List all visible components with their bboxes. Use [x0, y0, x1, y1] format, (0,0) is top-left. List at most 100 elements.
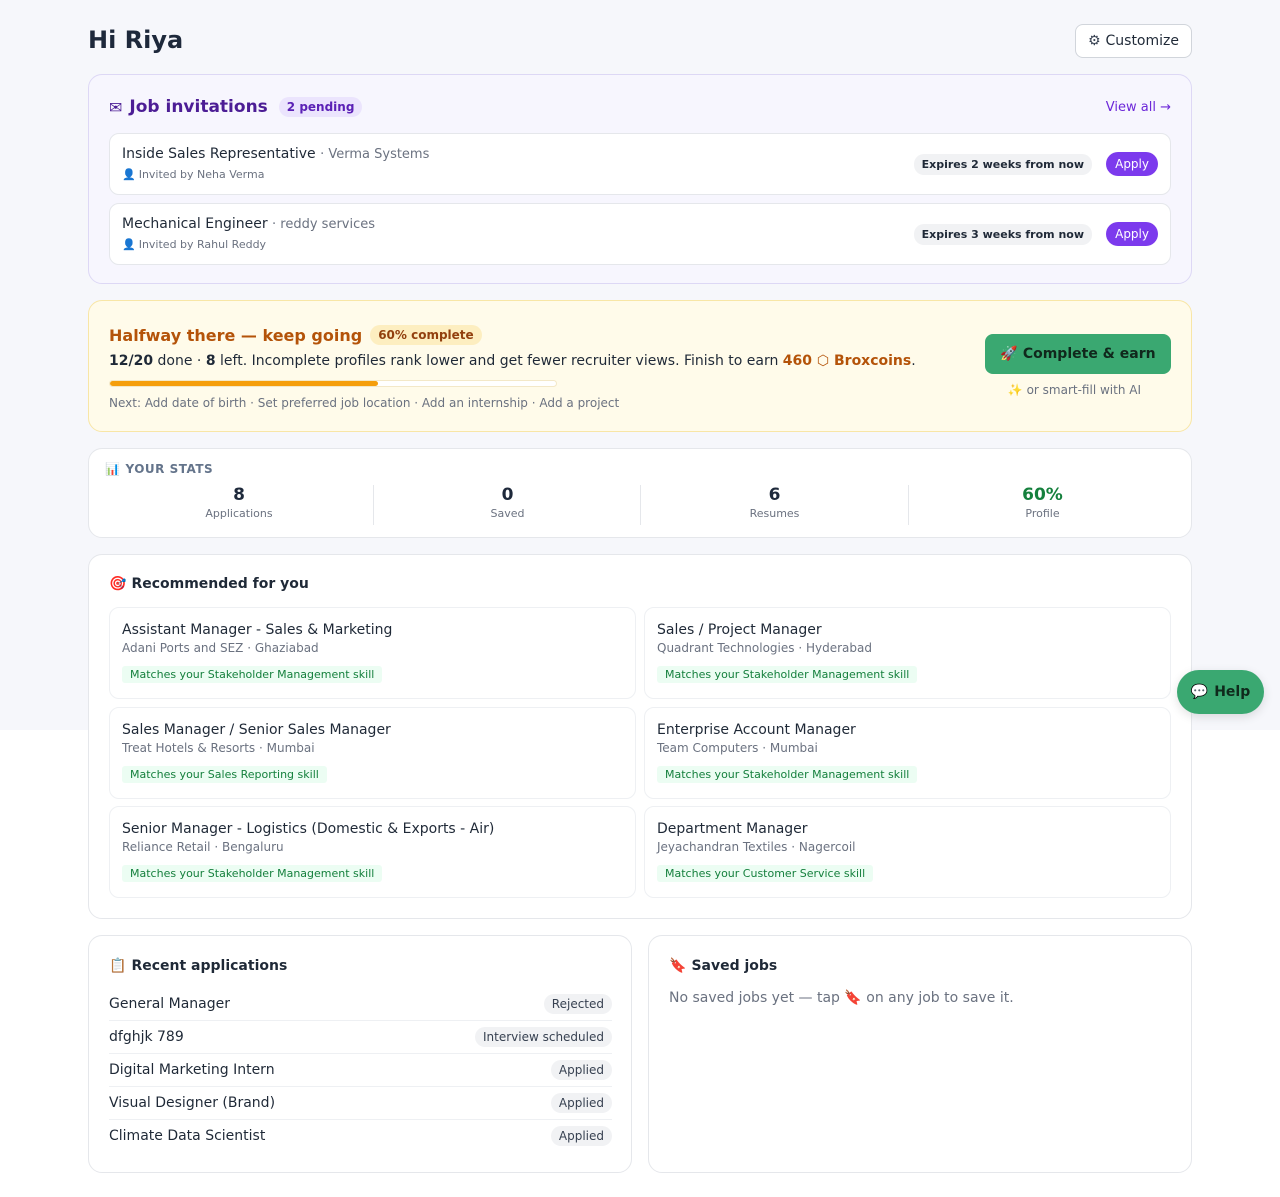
invited-by-line: 👤 Invited by Neha Verma [122, 168, 264, 181]
bookmark-icon: 🔖 [844, 990, 862, 1006]
stat-profile[interactable]: 60% Profile [908, 485, 1176, 525]
recent-applications-heading: 📋 Recent applications [109, 958, 287, 974]
left-count: 8 [205, 353, 216, 369]
job-company-location: Treat Hotels & Resorts · Mumbai [122, 741, 315, 755]
progress-bar [109, 380, 557, 387]
done-count: 12/20 [109, 353, 154, 369]
stat-resumes[interactable]: 6 Resumes [640, 485, 908, 525]
job-company-location: Jeyachandran Textiles · Nagercoil [657, 840, 856, 854]
recommended-job[interactable]: Enterprise Account Manager Team Computer… [644, 707, 1171, 799]
complete-and-earn-button[interactable]: 🚀 Complete & earn [985, 334, 1171, 374]
stat-saved[interactable]: 0 Saved [373, 485, 641, 525]
recommended-job[interactable]: Senior Manager - Logistics (Domestic & E… [109, 806, 636, 898]
skill-match-tag: Matches your Sales Reporting skill [122, 766, 327, 783]
pending-badge: 2 pending [278, 97, 363, 117]
status-badge: Applied [550, 1060, 612, 1080]
job-title: Enterprise Account Manager [657, 722, 856, 738]
stat-applications[interactable]: 8 Applications [105, 485, 373, 525]
invitation-company: · Verma Systems [320, 147, 430, 162]
stat-value: 8 [233, 485, 245, 505]
application-name: Visual Designer (Brand) [109, 1095, 276, 1111]
stat-label: Profile [1025, 507, 1060, 520]
stat-value: 0 [501, 485, 514, 505]
view-all-link[interactable]: View all → [1106, 100, 1171, 115]
saved-jobs-card: 🔖 Saved jobs No saved jobs yet — tap 🔖 o… [648, 935, 1192, 1173]
application-row[interactable]: General Manager Rejected [109, 988, 612, 1021]
smart-fill-link[interactable]: ✨ or smart-fill with AI [1008, 383, 1141, 397]
progress-title: Halfway there — keep going [109, 325, 363, 345]
application-row[interactable]: Climate Data Scientist Applied [109, 1120, 612, 1153]
stat-value: 6 [768, 485, 781, 505]
job-invitations-card: ✉ Job invitations 2 pending View all → I… [88, 74, 1192, 284]
recommended-job[interactable]: Sales / Project Manager Quadrant Technol… [644, 607, 1171, 699]
progress-heading: Halfway there — keep going 60% complete [109, 325, 482, 345]
invitation-role: Inside Sales Representative [122, 146, 316, 162]
application-name: Digital Marketing Intern [109, 1062, 275, 1078]
recommended-job[interactable]: Assistant Manager - Sales & Marketing Ad… [109, 607, 636, 699]
clipboard-icon: 📋 [109, 958, 127, 974]
invitation-role-line: Inside Sales Representative · Verma Syst… [122, 146, 429, 162]
person-icon: 👤 [122, 168, 136, 181]
profile-progress-card: Halfway there — keep going 60% complete … [88, 300, 1192, 432]
invitation-company: · reddy services [272, 217, 376, 232]
status-badge: Applied [550, 1093, 612, 1113]
customize-button[interactable]: ⚙ Customize [1074, 24, 1192, 58]
invitations-title: Job invitations [129, 97, 268, 117]
invited-by: Invited by Neha Verma [138, 168, 265, 181]
application-row[interactable]: Visual Designer (Brand) Applied [109, 1087, 612, 1120]
invitation-role-line: Mechanical Engineer · reddy services [122, 216, 375, 232]
progress-bar-fill [110, 381, 378, 386]
recommended-card: 🎯 Recommended for you Assistant Manager … [88, 554, 1192, 919]
job-title: Assistant Manager - Sales & Marketing [122, 622, 393, 638]
done-suffix: done · [153, 353, 206, 369]
stats-heading: 📊 YOUR STATS [105, 462, 213, 476]
coins-suffix: . [911, 353, 916, 369]
expires-badge: Expires 2 weeks from now [913, 154, 1092, 175]
empty-prefix: No saved jobs yet — tap [669, 990, 845, 1006]
application-row[interactable]: Digital Marketing Intern Applied [109, 1054, 612, 1087]
stat-label: Saved [490, 507, 525, 520]
recent-applications-card: 📋 Recent applications General Manager Re… [88, 935, 632, 1173]
recommended-job[interactable]: Sales Manager / Senior Sales Manager Tre… [109, 707, 636, 799]
status-badge: Rejected [543, 994, 612, 1014]
status-badge: Applied [550, 1126, 612, 1146]
invited-by: Invited by Rahul Reddy [138, 238, 267, 251]
stat-label: Applications [205, 507, 273, 520]
invitation-row[interactable]: Inside Sales Representative · Verma Syst… [109, 133, 1171, 195]
invited-by-line: 👤 Invited by Rahul Reddy [122, 238, 266, 251]
broxcoins-amount: 460 ⬡ Broxcoins [782, 353, 912, 369]
stat-value: 60% [1022, 485, 1063, 505]
skill-match-tag: Matches your Stakeholder Management skil… [122, 666, 383, 683]
apply-button[interactable]: Apply [1106, 222, 1158, 246]
envelope-icon: ✉ [109, 97, 123, 117]
recommended-job[interactable]: Department Manager Jeyachandran Textiles… [644, 806, 1171, 898]
job-company-location: Team Computers · Mumbai [657, 741, 818, 755]
skill-match-tag: Matches your Stakeholder Management skil… [657, 666, 918, 683]
progress-description: 12/20 done · 8 left. Incomplete profiles… [109, 353, 916, 369]
gear-icon: ⚙ [1087, 33, 1101, 49]
greeting-text: Hi Riya [88, 26, 184, 54]
application-name: General Manager [109, 996, 230, 1012]
recommended-heading: 🎯 Recommended for you [109, 576, 309, 592]
job-title: Senior Manager - Logistics (Domestic & E… [122, 821, 495, 837]
smart-fill-label: or smart-fill with AI [1026, 383, 1141, 397]
invitations-heading: ✉ Job invitations 2 pending [109, 97, 363, 117]
saved-jobs-empty-message: No saved jobs yet — tap 🔖 on any job to … [669, 990, 1014, 1006]
page-title: Hi Riya [88, 26, 183, 54]
apply-button[interactable]: Apply [1106, 152, 1158, 176]
help-label: Help [1214, 684, 1251, 700]
skill-match-tag: Matches your Stakeholder Management skil… [122, 865, 383, 882]
application-row[interactable]: dfghjk 789 Interview scheduled [109, 1021, 612, 1054]
job-title: Sales / Project Manager [657, 622, 822, 638]
help-button[interactable]: 💬 Help [1177, 670, 1264, 714]
customize-label: Customize [1105, 33, 1180, 49]
application-name: dfghjk 789 [109, 1029, 184, 1045]
status-badge: Interview scheduled [474, 1027, 612, 1047]
chat-icon: 💬 [1190, 684, 1209, 700]
chart-icon: 📊 [105, 462, 121, 476]
recommended-title: Recommended for you [131, 576, 309, 592]
application-name: Climate Data Scientist [109, 1128, 266, 1144]
invitation-row[interactable]: Mechanical Engineer · reddy services 👤 I… [109, 203, 1171, 265]
job-company-location: Adani Ports and SEZ · Ghaziabad [122, 641, 319, 655]
stat-label: Resumes [749, 507, 800, 520]
